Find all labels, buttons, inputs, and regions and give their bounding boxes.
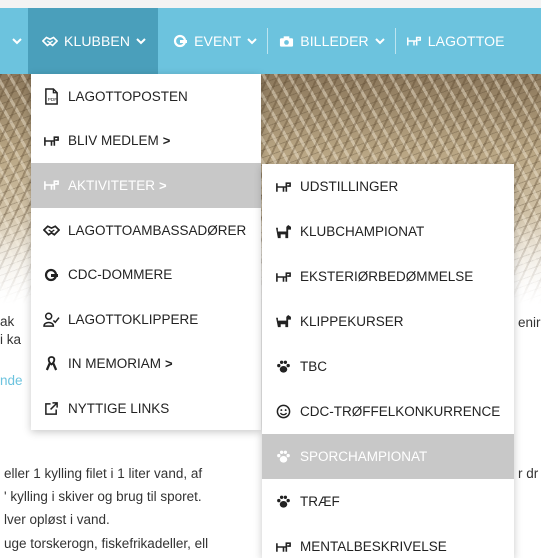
- dog-outline-icon: [274, 538, 292, 556]
- menu-item-label: MENTALBESKRIVELSE: [300, 539, 447, 554]
- menu-item-label: UDSTILLINGER: [300, 179, 399, 194]
- chevron-down-icon: [136, 38, 146, 45]
- handshake-icon: [42, 221, 60, 239]
- menu-item-label: TRÆF: [300, 494, 340, 509]
- nav-lagottoe[interactable]: LAGOTTOE: [406, 8, 505, 74]
- menu-item-mentalbeskrivelse[interactable]: MENTALBESKRIVELSE: [262, 524, 514, 558]
- menu-item-label: CDC-TRØFFELKONKURRENCE: [300, 404, 501, 419]
- menu-item-klippekurser[interactable]: KLIPPEKURSER: [262, 299, 514, 344]
- nav-billeder-label: BILLEDER: [300, 33, 369, 49]
- external-link-icon: [42, 399, 60, 417]
- menu-item-cdc-dommere[interactable]: CDC-DOMMERE: [31, 252, 261, 297]
- menu-item-eksteriorbedommelse[interactable]: EKSTERIØRBEDØMMELSE: [262, 254, 514, 299]
- ribbon-icon: [42, 355, 60, 373]
- menu-item-lagottoambassadorer[interactable]: LAGOTTOAMBASSADØRER: [31, 208, 261, 253]
- svg-text:PDF: PDF: [47, 97, 56, 102]
- dog-icon: [42, 266, 60, 284]
- menu-item-nyttige-links[interactable]: NYTTIGE LINKS: [31, 386, 261, 431]
- menu-item-lagottoposten[interactable]: PDF LAGOTTOPOSTEN: [31, 74, 261, 119]
- menu-item-label: LAGOTTOPOSTEN: [68, 88, 188, 104]
- pdf-file-icon: PDF: [42, 87, 60, 105]
- bg-text-fragment: i ka: [0, 332, 22, 347]
- menu-item-bliv-medlem[interactable]: BLIV MEDLEM >: [31, 119, 261, 164]
- menu-item-traef[interactable]: TRÆF: [262, 479, 514, 524]
- menu-item-udstillinger[interactable]: UDSTILLINGER: [262, 164, 514, 209]
- menu-item-label: BLIV MEDLEM: [68, 133, 159, 149]
- nav-klubben-label: KLUBBEN: [64, 33, 131, 49]
- menu-item-label: LAGOTTOKLIPPERE: [68, 311, 199, 327]
- chevron-down-icon: [375, 38, 385, 45]
- menu-item-cdc-troffelkonkurrence[interactable]: CDC-TRØFFELKONKURRENCE: [262, 389, 514, 434]
- dog-solid-icon: [274, 223, 292, 241]
- menu-item-aktiviteter[interactable]: AKTIVITETER >: [31, 163, 261, 208]
- bg-link-fragment[interactable]: nde: [0, 373, 23, 388]
- menu-item-label: CDC-DOMMERE: [68, 267, 173, 283]
- bg-text-line: uge torskerogn, fiskefrikadeller, ell: [4, 536, 209, 551]
- paw-icon: [274, 493, 292, 511]
- nav-prev-chevron[interactable]: [0, 8, 22, 74]
- menu-item-tbc[interactable]: TBC: [262, 344, 514, 389]
- dog-solid-icon: [274, 313, 292, 331]
- nav-separator: [394, 28, 396, 54]
- menu-item-in-memoriam[interactable]: IN MEMORIAM >: [31, 342, 261, 387]
- dog-icon: [172, 34, 188, 48]
- menu-item-label: AKTIVITETER: [68, 177, 156, 193]
- menu-item-label: TBC: [300, 359, 327, 374]
- nav-event[interactable]: EVENT: [158, 8, 257, 74]
- chevron-down-icon: [247, 38, 257, 45]
- handshake-icon: [42, 34, 58, 48]
- bg-text-line: ' kylling i skiver og brug til sporet.: [4, 489, 202, 504]
- menu-item-klubchampionat[interactable]: KLUBCHAMPIONAT: [262, 209, 514, 254]
- submenu-arrow: >: [162, 133, 171, 149]
- menu-item-label: SPORCHAMPIONAT: [300, 449, 428, 464]
- submenu-arrow: >: [165, 356, 173, 372]
- submenu-arrow: >: [159, 177, 167, 193]
- menu-item-lagottoklippere[interactable]: LAGOTTOKLIPPERE: [31, 297, 261, 342]
- menu-item-sporchampionat[interactable]: SPORCHAMPIONAT: [262, 434, 514, 479]
- aktiviteter-submenu: UDSTILLINGER KLUBCHAMPIONAT EKSTERIØRBED…: [262, 164, 514, 558]
- paw-icon: [274, 358, 292, 376]
- dog-outline-icon: [274, 268, 292, 286]
- nav-separator: [267, 28, 269, 54]
- bg-text-line: lver opløst i vand.: [4, 512, 110, 527]
- menu-item-label: LAGOTTOAMBASSADØRER: [68, 222, 247, 238]
- menu-item-label: IN MEMORIAM: [68, 356, 161, 372]
- menu-item-label: NYTTIGE LINKS: [68, 400, 170, 416]
- dog-outline-icon: [42, 132, 60, 150]
- menu-item-label: KLIPPEKURSER: [300, 314, 404, 329]
- menu-item-label: EKSTERIØRBEDØMMELSE: [300, 269, 474, 284]
- bg-text-fragment: r dr: [518, 466, 539, 481]
- user-check-icon: [42, 310, 60, 328]
- main-navbar: KLUBBEN EVENT BILLEDER LAGOTTOE: [0, 8, 541, 74]
- camera-icon: [278, 34, 294, 48]
- dog-outline-icon: [42, 176, 60, 194]
- top-strip: [0, 0, 541, 8]
- nav-billeder[interactable]: BILLEDER: [278, 8, 385, 74]
- paw-icon: [274, 448, 292, 466]
- chevron-down-icon: [12, 38, 22, 45]
- nav-lagottoe-label: LAGOTTOE: [427, 33, 505, 49]
- bg-text-fragment: enir: [518, 315, 541, 330]
- menu-item-label: KLUBCHAMPIONAT: [300, 224, 425, 239]
- bg-text-line: eller 1 kylling filet i 1 liter vand, af: [4, 466, 203, 481]
- dog-outline-icon: [406, 34, 422, 48]
- dog-outline-icon: [274, 178, 292, 196]
- smiley-icon: [274, 403, 292, 421]
- nav-event-label: EVENT: [194, 33, 242, 49]
- nav-klubben[interactable]: KLUBBEN: [28, 8, 159, 74]
- bg-text-fragment: ak: [0, 314, 15, 329]
- klubben-dropdown: PDF LAGOTTOPOSTEN BLIV MEDLEM > AKTIVITE…: [31, 74, 261, 430]
